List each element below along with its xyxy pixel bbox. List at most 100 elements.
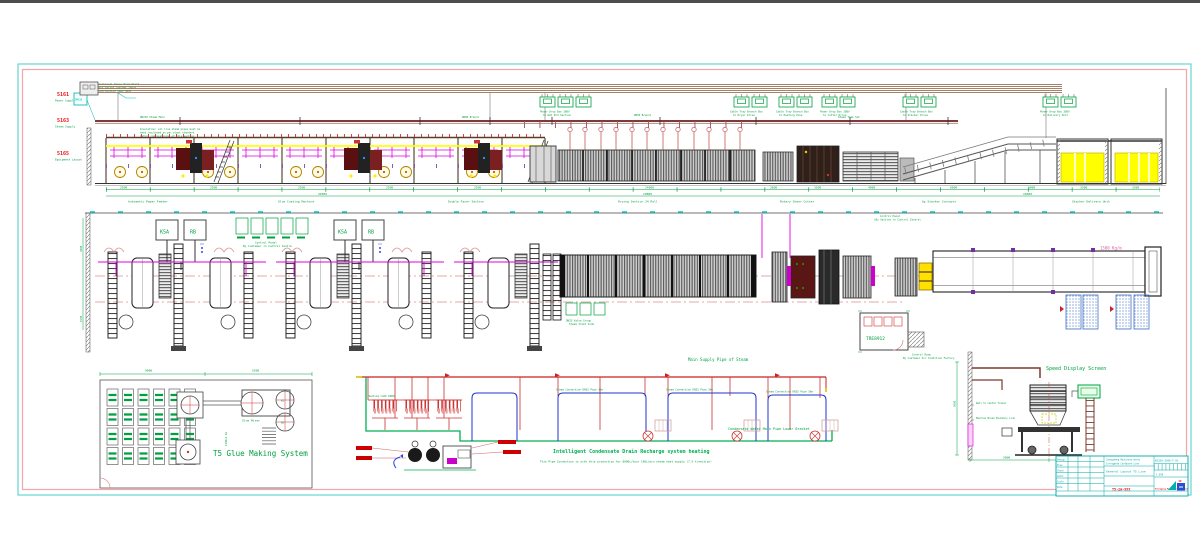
leader-line	[118, 93, 136, 98]
dim-label: 5500	[252, 369, 259, 373]
branch-label: Steam Connection DN25 Pipe 30m	[556, 388, 603, 392]
drum-valve-group: DN25 Valve Group Steam Inlet Side	[566, 303, 605, 326]
room-caption: Control Room	[912, 353, 931, 357]
elevation-view	[95, 88, 1166, 186]
plan-wall	[86, 213, 90, 352]
plan-unit-partial	[454, 244, 558, 351]
dim-label: 3300	[1132, 186, 1139, 190]
dim-label: 2500	[298, 186, 305, 190]
drum-caption: DN25 Valve Group	[566, 319, 591, 323]
tb-scale: 1:200	[1156, 474, 1164, 477]
cutter-blocks-plan	[772, 250, 932, 304]
cad-canvas: Electrical Power From Plant Main Switch …	[0, 0, 1200, 557]
dim-label: 3200	[814, 186, 821, 190]
elev-code-label: Steam Supply	[55, 125, 76, 129]
room-caption: By Customer Air Condition Factory	[903, 356, 955, 360]
steam-label: DN50 Branch	[634, 113, 652, 117]
unit-box-label: K5A	[338, 230, 347, 236]
comb-label: Heating Comb DN20	[368, 394, 395, 398]
glue-room-plan: 9000 5500	[100, 369, 312, 489]
steam-label: DN150 Steam Main	[140, 115, 165, 119]
conveyor-rate-label: 1500 Kg/m	[1100, 246, 1122, 251]
unit-box-label: RB	[190, 230, 196, 236]
dim-label: 2500	[120, 186, 127, 190]
stairs	[262, 428, 276, 444]
steam-label: DN80 Branch	[462, 115, 480, 119]
shaft-label: 1200x2.5m	[224, 432, 228, 446]
dim-label: 2500	[474, 186, 481, 190]
machine-caption: Stacker Delivery Unit	[1072, 200, 1110, 204]
unit-box-label: RB	[368, 230, 374, 236]
dim-label: 3000	[1003, 456, 1010, 460]
branch-label: Steam Connection DN25 Pipe 30m	[766, 390, 813, 394]
machine-caption: Rotary Shear Cutter	[780, 200, 815, 204]
elev-code: 5161	[57, 92, 69, 98]
control-room-plan: TRE8912 Control Room By Customer Air Con…	[858, 311, 955, 360]
incline-conveyor	[903, 137, 1056, 183]
plan-caption: (By Section in Control Centre)	[874, 218, 921, 222]
tb-row-label: Date	[1057, 486, 1063, 489]
jbox-caption: to Heating Zone	[779, 113, 803, 117]
steam-piping-schematic: Main Supply Pipe of Steam Heating Comb D…	[356, 357, 838, 470]
jbox-caption: to Wet End Section	[543, 113, 572, 117]
machine-caption: Glue Coating Machine	[278, 200, 314, 204]
pallet-area	[1116, 295, 1131, 329]
wall-note: Machine Noise Boundary Line	[976, 417, 1015, 420]
title-block: Design Draw Check Audit Scale Date Chang…	[1056, 456, 1189, 496]
unit-box-label: K5A	[160, 230, 169, 236]
room-code: TRE8912	[866, 336, 885, 342]
tb-row-label: Draw	[1057, 464, 1063, 467]
tb-drawing-number: WJ250-2306-T-01	[1155, 459, 1179, 463]
dim-label: 2600	[770, 186, 777, 190]
tb-row-label: Audit	[1057, 475, 1064, 478]
pallet-area	[1083, 295, 1098, 329]
tb-row-label: Check	[1057, 470, 1064, 473]
dim-label: 10600	[1023, 192, 1032, 196]
branch-label: Steam Connection DN25 Pipe 30m	[666, 388, 713, 392]
dim-label: 4000	[868, 186, 875, 190]
mixer-label: Glue Mixer	[242, 419, 260, 423]
elev-code: 5165	[57, 151, 69, 157]
cad-drawing-sheet: Electrical Power From Plant Main Switch …	[0, 0, 1200, 557]
dim-label: 6000	[950, 186, 957, 190]
dim-label: 3000	[79, 245, 83, 252]
tank-label: W1	[281, 399, 285, 403]
dim-label: 9000	[145, 369, 152, 373]
schematic-right-caption: Condensate Water Main Pipe Lower Bracket	[728, 427, 810, 431]
steam-note: heat insulated as per plant standard	[140, 131, 195, 135]
elev-code-label: Power Supply	[55, 99, 76, 103]
jbox-caption: to Delivery Unit	[1043, 113, 1068, 117]
panel-caption: By Customer in Control Centre	[243, 244, 292, 248]
leader-line	[87, 100, 95, 120]
dim-label: 19800	[643, 192, 652, 196]
dryer-plan-drum	[560, 255, 756, 297]
drum-caption: Steam Inlet Side	[569, 322, 594, 326]
schematic-top-caption: Main Supply Pipe of Steam	[688, 357, 749, 362]
head-machine	[530, 146, 556, 182]
speed-screen-title: Speed Display Screen	[1046, 366, 1106, 372]
plan-unit	[276, 220, 444, 351]
elev-code: 5163	[57, 118, 69, 124]
steam-label: Steam Trap Set	[838, 115, 860, 119]
dim-label: 3000	[1028, 186, 1035, 190]
elevation-dimensions: 2500 2500 2500 2500 2500 14000 2600 3200…	[106, 186, 1160, 204]
tb-row-label: Design	[1057, 459, 1066, 462]
wall-note: Wall to Center Travel	[976, 402, 1007, 405]
tb-company: Corrugated Cardboard Line	[1106, 463, 1140, 466]
power-bus-rail: Power Drop Box 380V to Wet End Section C…	[80, 82, 1076, 138]
schematic-bold-caption: Intelligent Condensate Drain Recharge sy…	[553, 449, 710, 455]
access-ladder	[1086, 398, 1094, 452]
machine-caption: Double Facer Section	[448, 200, 484, 204]
main-switch-box	[80, 82, 98, 95]
dryer-elevation	[558, 127, 755, 181]
plan-view: 3000 1500 K5A RB K5A RB Control Panel By…	[79, 212, 1163, 360]
plant-steam-box-label: DN150	[75, 99, 83, 102]
tb-red-code: T5-2A-XXX	[1112, 488, 1130, 492]
jbox-caption: to Dryer Drive	[733, 113, 755, 117]
delivery-conveyor-plan: 1500 Kg/m	[933, 246, 1161, 297]
dim-label: 5000	[953, 400, 957, 407]
door-arc	[100, 478, 110, 488]
tb-row-label: Scale	[1057, 481, 1064, 484]
dim-label: 3300	[1080, 186, 1087, 190]
power-note-line: Electrical Power From Plant	[97, 82, 140, 86]
